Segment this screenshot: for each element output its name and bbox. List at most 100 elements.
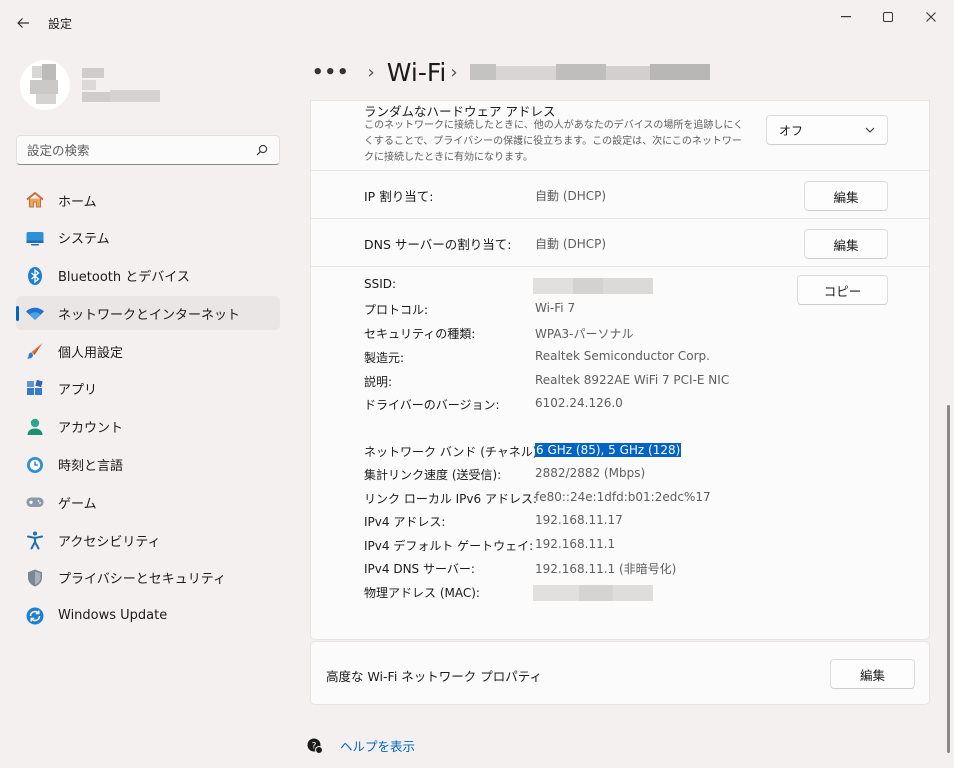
sidebar-item-accessibility[interactable]: アクセシビリティ	[16, 523, 280, 557]
apps-icon	[24, 378, 46, 400]
advanced-wifi-properties-card: 高度な Wi-Fi ネットワーク プロパティ 編集	[310, 641, 930, 705]
sidebar-item-label: ゲーム	[58, 496, 97, 512]
sidebar-item-label: ホーム	[58, 194, 97, 210]
ssid-label: SSID:	[364, 277, 397, 291]
sidebar-item-label: ネットワークとインターネット	[58, 307, 241, 323]
sidebar-item-network[interactable]: ネットワークとインターネット	[16, 296, 280, 331]
link-speed-label: 集計リンク速度 (送受信):	[364, 468, 502, 482]
driver-version-label: ドライバーのバージョン:	[364, 398, 500, 412]
sidebar-item-label: Windows Update	[58, 608, 168, 624]
dns-server-value: 192.168.11.1 (非暗号化)	[535, 562, 677, 576]
sidebar-item-label: 個人用設定	[58, 345, 124, 361]
maximize-icon	[883, 12, 893, 22]
sidebar-item-gaming[interactable]: ゲーム	[16, 485, 280, 519]
sidebar-item-system[interactable]: システム	[16, 221, 280, 255]
time-language-icon	[24, 454, 46, 476]
advanced-wifi-properties-label: 高度な Wi-Fi ネットワーク プロパティ	[326, 669, 542, 684]
manufacturer-value: Realtek Semiconductor Corp.	[535, 349, 710, 363]
sidebar-item-label: Bluetooth とデバイス	[58, 270, 190, 286]
system-icon	[24, 227, 46, 249]
sidebar-item-label: プライバシーとセキュリティ	[58, 572, 226, 588]
ipv4-value: 192.168.11.17	[535, 513, 623, 527]
accounts-icon	[24, 416, 46, 438]
sidebar-item-bluetooth[interactable]: Bluetooth とデバイス	[16, 259, 280, 293]
search-icon[interactable]	[255, 143, 269, 157]
personalization-icon	[24, 340, 46, 362]
properties-list: コピー SSID: プロトコル: Wi-Fi 7 セキュリティの種類: WPA3…	[311, 267, 929, 639]
title-bar: 設定	[0, 0, 954, 44]
mac-address-value-redacted	[533, 585, 653, 601]
network-band-value[interactable]: 6 GHz (85), 5 GHz (128)	[535, 443, 682, 457]
security-value: WPA3-パーソナル	[535, 327, 634, 341]
sidebar-item-personalization[interactable]: 個人用設定	[16, 334, 280, 368]
sidebar-item-apps[interactable]: アプリ	[16, 372, 280, 406]
ip-assignment-value: 自動 (DHCP)	[535, 189, 607, 203]
back-button[interactable]	[12, 12, 34, 34]
close-icon	[926, 12, 936, 22]
avatar[interactable]	[20, 60, 70, 110]
scrollbar[interactable]	[947, 405, 950, 753]
help-link[interactable]: ヘルプを表示	[340, 736, 415, 755]
ipv6-label: リンク ローカル IPv6 アドレス:	[364, 492, 537, 506]
sidebar-item-label: アカウント	[58, 421, 124, 437]
random-hardware-address-row: ランダムなハードウェア アドレス このネットワークに接続したときに、他の人があな…	[311, 101, 929, 171]
network-band-label: ネットワーク バンド (チャネル):	[364, 445, 542, 459]
windows-update-icon	[24, 605, 46, 627]
advanced-edit-button[interactable]: 編集	[830, 659, 915, 689]
back-arrow-icon	[17, 18, 29, 28]
search-input[interactable]	[27, 142, 255, 158]
dns-server-label: IPv4 DNS サーバー:	[364, 562, 475, 576]
sidebar-item-accounts[interactable]: アカウント	[16, 410, 280, 444]
profile-name-redacted	[82, 68, 162, 104]
breadcrumb: ••• › Wi-Fi ›	[312, 54, 710, 90]
description-label: 説明:	[364, 375, 393, 389]
dns-assignment-value: 自動 (DHCP)	[535, 237, 607, 251]
ip-assignment-row: IP 割り当て: 自動 (DHCP) 編集	[311, 171, 929, 219]
sidebar-item-label: アプリ	[58, 383, 98, 399]
selected-text: 6 GHz (85), 5 GHz (128)	[535, 443, 682, 457]
dropdown-value: オフ	[779, 123, 804, 138]
chevron-right-icon: ›	[450, 61, 458, 83]
app-title: 設定	[48, 17, 73, 31]
random-mac-description: このネットワークに接続したときに、他の人があなたのデバイスの場所を追跡しにくくす…	[364, 120, 744, 163]
sidebar-item-privacy[interactable]: プライバシーとセキュリティ	[16, 561, 280, 595]
sidebar-nav: ホーム システム Bluetooth とデバイス ネットワークとインターネット …	[16, 183, 280, 637]
wifi-icon	[24, 302, 46, 324]
home-icon	[24, 189, 46, 211]
network-properties-card: ランダムなハードウェア アドレス このネットワークに接続したときに、他の人があな…	[310, 100, 930, 640]
ip-edit-button[interactable]: 編集	[804, 181, 888, 211]
gaming-icon	[24, 491, 46, 513]
minimize-icon	[841, 16, 851, 18]
page-title: Wi-Fi	[386, 57, 447, 87]
minimize-button[interactable]	[829, 6, 863, 28]
bluetooth-icon	[24, 265, 46, 287]
sidebar-item-label: システム	[58, 232, 110, 248]
help-icon: ?	[307, 738, 323, 754]
breadcrumb-ssid-redacted	[469, 62, 710, 82]
dns-edit-button[interactable]: 編集	[804, 229, 888, 259]
sidebar-item-home[interactable]: ホーム	[16, 183, 280, 217]
ipv6-value: fe80::24e:1dfd:b01:2edc%17	[535, 490, 711, 504]
maximize-button[interactable]	[871, 6, 905, 28]
sidebar-item-time-language[interactable]: 時刻と言語	[16, 448, 280, 482]
gateway-value: 192.168.11.1	[535, 537, 616, 551]
sidebar-item-windows-update[interactable]: Windows Update	[16, 599, 280, 633]
search-box[interactable]	[16, 135, 280, 165]
dns-assignment-row: DNS サーバーの割り当て: 自動 (DHCP) 編集	[311, 219, 929, 267]
protocol-label: プロトコル:	[364, 303, 429, 317]
random-mac-dropdown[interactable]: オフ	[766, 115, 888, 145]
copy-button[interactable]: コピー	[797, 275, 888, 305]
chevron-right-icon: ›	[367, 61, 375, 83]
dns-assignment-label: DNS サーバーの割り当て:	[364, 237, 512, 252]
link-speed-value: 2882/2882 (Mbps)	[535, 466, 646, 480]
description-value: Realtek 8922AE WiFi 7 PCI-E NIC	[535, 373, 730, 387]
privacy-shield-icon	[24, 567, 46, 589]
security-label: セキュリティの種類:	[364, 327, 476, 341]
close-button[interactable]	[914, 6, 948, 28]
ssid-value-redacted	[533, 278, 653, 294]
mac-address-label: 物理アドレス (MAC):	[364, 586, 480, 600]
breadcrumb-overflow-button[interactable]: •••	[312, 62, 350, 83]
chevron-down-icon	[865, 127, 875, 133]
accessibility-icon	[24, 529, 46, 551]
sidebar-item-label: アクセシビリティ	[58, 534, 161, 550]
